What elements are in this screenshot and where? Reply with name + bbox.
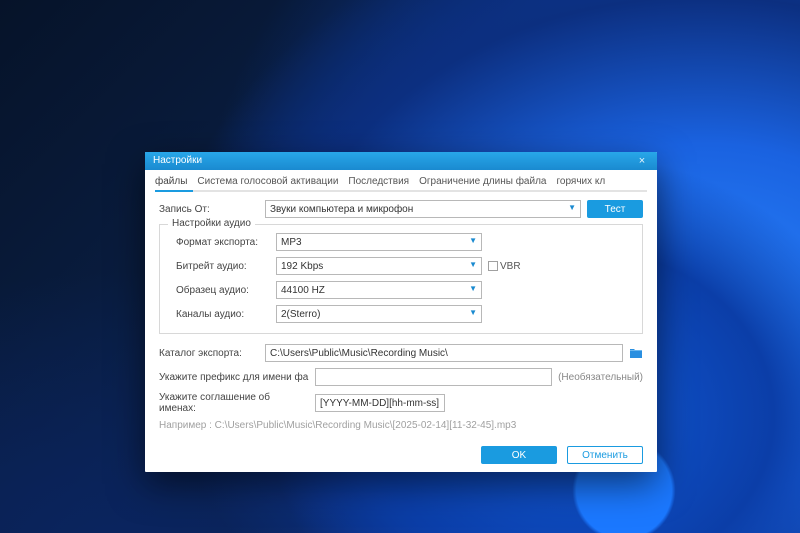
vbr-checkbox[interactable]: VBR xyxy=(488,261,521,272)
bitrate-select[interactable]: 192 Kbps xyxy=(276,257,482,275)
prefix-label: Укажите префикс для имени фа xyxy=(159,372,309,383)
vbr-label: VBR xyxy=(500,261,521,272)
ok-button[interactable]: OK xyxy=(481,446,557,464)
naming-example: Например : C:\Users\Public\Music\Recordi… xyxy=(159,420,643,431)
channels-label: Каналы аудио: xyxy=(170,309,270,320)
audio-settings-group: Настройки аудио Формат экспорта: MP3 Бит… xyxy=(159,224,643,334)
audio-settings-legend: Настройки аудио xyxy=(168,218,255,229)
titlebar: Настройки × xyxy=(145,152,657,170)
close-icon[interactable]: × xyxy=(631,154,653,168)
tab-effects[interactable]: Последствия xyxy=(348,174,409,190)
dialog-body: Запись От: Звуки компьютера и микрофон Т… xyxy=(145,192,657,440)
prefix-optional: (Необязательный) xyxy=(558,372,643,383)
sample-label: Образец аудио: xyxy=(170,285,270,296)
naming-label: Укажите соглашение об именах: xyxy=(159,392,309,414)
channels-select[interactable]: 2(Sterro) xyxy=(276,305,482,323)
tab-files[interactable]: файлы xyxy=(155,174,187,190)
tab-hotkeys[interactable]: горячих кл xyxy=(556,174,605,190)
tab-voice-activation[interactable]: Система голосовой активации xyxy=(197,174,338,190)
checkbox-icon xyxy=(488,261,498,271)
window-title: Настройки xyxy=(153,152,631,170)
export-catalog-input[interactable]: C:\Users\Public\Music\Recording Music\ xyxy=(265,344,623,362)
naming-input[interactable]: [YYYY-MM-DD][hh-mm-ss] xyxy=(315,394,445,412)
test-button[interactable]: Тест xyxy=(587,200,643,218)
tab-file-length-limit[interactable]: Ограничение длины файла xyxy=(419,174,546,190)
tab-underline xyxy=(155,190,647,192)
record-from-select[interactable]: Звуки компьютера и микрофон xyxy=(265,200,581,218)
tab-strip: файлы Система голосовой активации Послед… xyxy=(145,170,657,190)
folder-icon[interactable] xyxy=(629,347,643,359)
bitrate-label: Битрейт аудио: xyxy=(170,261,270,272)
dialog-buttons: OK Отменить xyxy=(145,440,657,472)
export-catalog-label: Каталог экспорта: xyxy=(159,348,259,359)
cancel-button[interactable]: Отменить xyxy=(567,446,643,464)
prefix-input[interactable] xyxy=(315,368,552,386)
record-from-label: Запись От: xyxy=(159,204,259,215)
settings-dialog: Настройки × файлы Система голосовой акти… xyxy=(145,152,657,472)
sample-select[interactable]: 44100 HZ xyxy=(276,281,482,299)
export-format-label: Формат экспорта: xyxy=(170,237,270,248)
export-format-select[interactable]: MP3 xyxy=(276,233,482,251)
